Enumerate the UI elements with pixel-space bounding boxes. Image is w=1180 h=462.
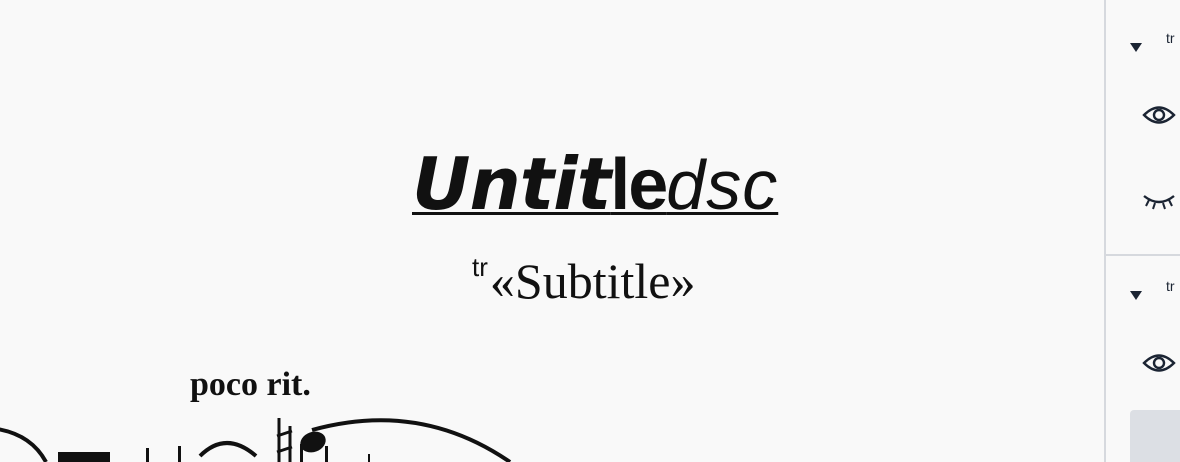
beam — [58, 452, 110, 462]
side-panel: tr tr — [1106, 0, 1180, 462]
note-stem — [300, 444, 303, 462]
stem-1 — [146, 448, 149, 462]
chevron-down-icon[interactable] — [1130, 291, 1142, 300]
eye-icon[interactable] — [1142, 102, 1176, 128]
stem-2 — [178, 446, 181, 462]
score-canvas[interactable]: Untit le dsc tr«Subtitle» poco rit. — [0, 0, 1104, 462]
tie-small — [198, 441, 258, 458]
note-stem-2 — [325, 446, 328, 462]
panel-section-2-label: tr — [1166, 278, 1175, 294]
natural-sign — [276, 418, 293, 462]
eye-icon[interactable] — [1142, 350, 1176, 376]
music-notation[interactable] — [0, 0, 1104, 462]
panel-separator — [1106, 254, 1180, 256]
slur-left — [0, 427, 48, 462]
slur-long — [311, 418, 512, 462]
panel-section-1-label: tr — [1166, 30, 1175, 46]
eye-closed-icon[interactable] — [1142, 190, 1176, 212]
chevron-down-icon[interactable] — [1130, 43, 1142, 52]
stem-3 — [368, 454, 370, 462]
panel-button[interactable] — [1130, 410, 1180, 462]
